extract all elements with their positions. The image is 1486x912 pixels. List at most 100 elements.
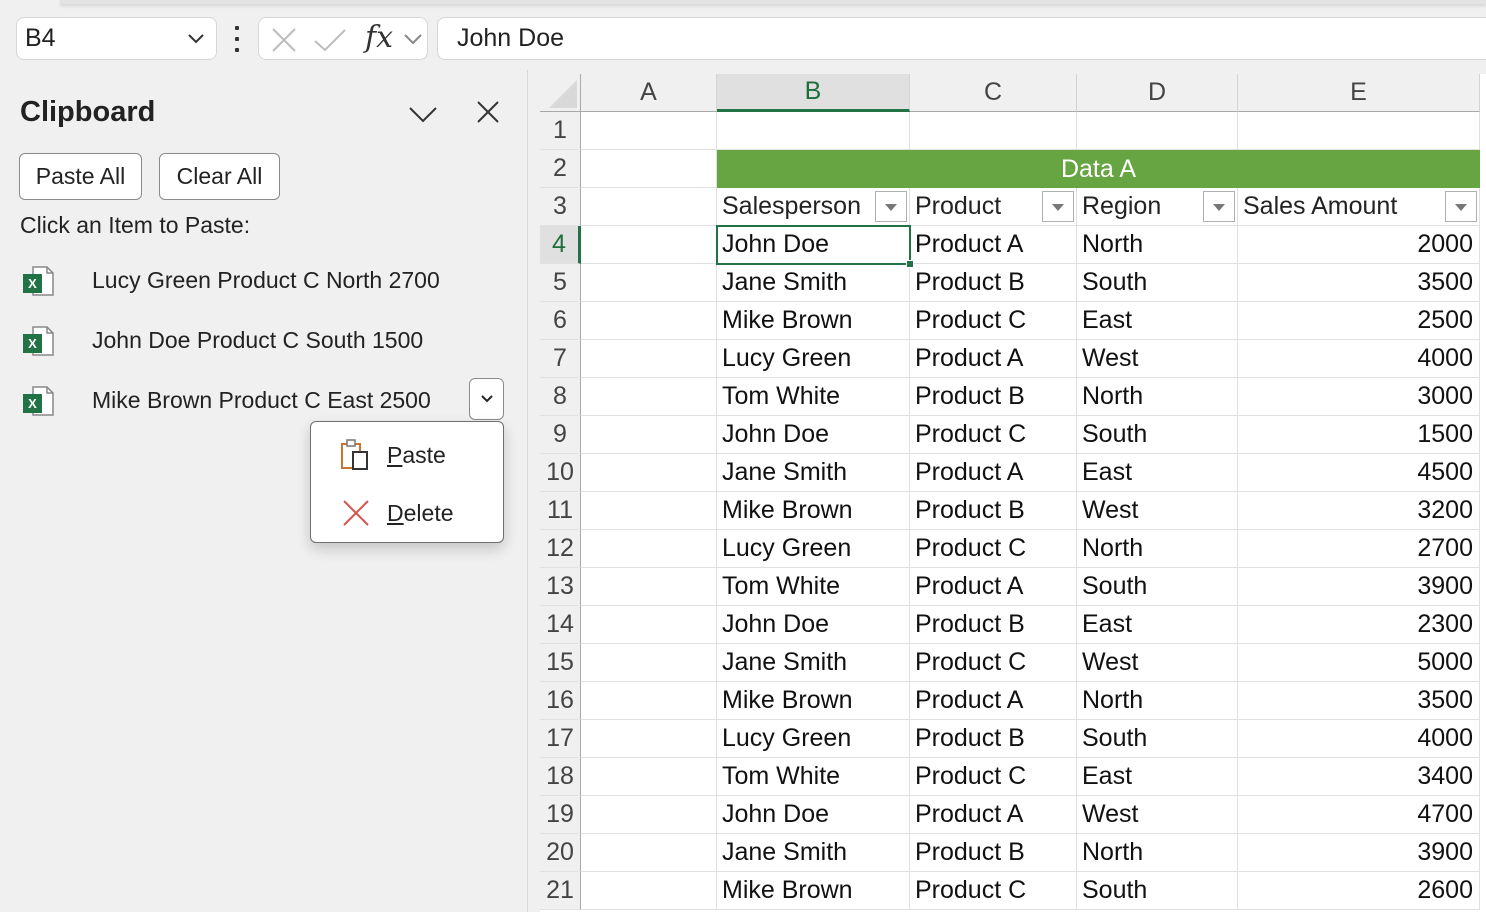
table-cell[interactable]: 3500 bbox=[1238, 682, 1480, 720]
table-cell[interactable]: East bbox=[1077, 758, 1238, 796]
table-cell[interactable]: Lucy Green bbox=[717, 340, 910, 378]
table-cell[interactable]: 2700 bbox=[1238, 530, 1480, 568]
column-header-e[interactable]: E bbox=[1238, 74, 1480, 112]
table-cell[interactable]: 4500 bbox=[1238, 454, 1480, 492]
table-cell[interactable]: North bbox=[1077, 530, 1238, 568]
row-header-19[interactable]: 19 bbox=[540, 796, 581, 834]
table-cell[interactable]: Product B bbox=[910, 834, 1077, 872]
row-header-13[interactable]: 13 bbox=[540, 568, 581, 606]
row-header-12[interactable]: 12 bbox=[540, 530, 581, 568]
cell-a3[interactable] bbox=[581, 188, 717, 226]
cancel-icon[interactable] bbox=[271, 27, 297, 53]
column-header-b[interactable]: B bbox=[717, 74, 910, 112]
table-cell[interactable]: West bbox=[1077, 340, 1238, 378]
table-cell[interactable]: Product C bbox=[910, 872, 1077, 910]
filter-dropdown-icon[interactable] bbox=[1203, 191, 1235, 222]
table-cell[interactable]: 4000 bbox=[1238, 720, 1480, 758]
more-options-icon[interactable] bbox=[233, 26, 241, 52]
cell-a1[interactable] bbox=[581, 112, 717, 150]
cell-a18[interactable] bbox=[581, 758, 717, 796]
chevron-down-icon[interactable] bbox=[186, 28, 206, 48]
table-cell[interactable]: Product A bbox=[910, 568, 1077, 606]
table-cell[interactable]: Lucy Green bbox=[717, 720, 910, 758]
cell-a4[interactable] bbox=[581, 226, 717, 264]
select-all-button[interactable] bbox=[540, 74, 581, 112]
clear-all-button[interactable]: Clear All bbox=[159, 153, 280, 200]
table-cell[interactable]: East bbox=[1077, 454, 1238, 492]
table-cell[interactable]: 2600 bbox=[1238, 872, 1480, 910]
table-cell[interactable]: Lucy Green bbox=[717, 530, 910, 568]
column-header-d[interactable]: D bbox=[1077, 74, 1238, 112]
table-cell[interactable]: Product A bbox=[910, 340, 1077, 378]
cell-a15[interactable] bbox=[581, 644, 717, 682]
cell-a2[interactable] bbox=[581, 150, 717, 188]
row-header-6[interactable]: 6 bbox=[540, 302, 581, 340]
cell-e1[interactable] bbox=[1238, 112, 1480, 150]
table-cell[interactable]: Product A bbox=[910, 796, 1077, 834]
table-cell[interactable]: Product A bbox=[910, 226, 1077, 264]
table-cell[interactable]: Product B bbox=[910, 606, 1077, 644]
table-title-banner[interactable]: Data A bbox=[717, 150, 1480, 188]
row-header-16[interactable]: 16 bbox=[540, 682, 581, 720]
table-cell[interactable]: Jane Smith bbox=[717, 454, 910, 492]
table-cell[interactable]: 3900 bbox=[1238, 834, 1480, 872]
table-cell[interactable]: West bbox=[1077, 492, 1238, 530]
menu-item-paste[interactable]: Paste bbox=[311, 426, 503, 482]
clipboard-item[interactable]: X John Doe Product C South 1500 bbox=[0, 315, 510, 365]
table-cell[interactable]: Mike Brown bbox=[717, 682, 910, 720]
table-header-salesperson[interactable]: Salesperson bbox=[717, 188, 910, 226]
enter-check-icon[interactable] bbox=[313, 27, 347, 53]
filter-dropdown-icon[interactable] bbox=[1445, 191, 1477, 222]
table-cell[interactable]: South bbox=[1077, 568, 1238, 606]
cell-c1[interactable] bbox=[910, 112, 1077, 150]
table-cell[interactable]: North bbox=[1077, 682, 1238, 720]
table-cell[interactable]: East bbox=[1077, 606, 1238, 644]
cell-a16[interactable] bbox=[581, 682, 717, 720]
clipboard-item[interactable]: X Mike Brown Product C East 2500 bbox=[0, 375, 510, 425]
clipboard-item[interactable]: X Lucy Green Product C North 2700 bbox=[0, 255, 510, 305]
table-header-product[interactable]: Product bbox=[910, 188, 1077, 226]
table-cell[interactable]: John Doe bbox=[717, 606, 910, 644]
table-cell[interactable]: 2000 bbox=[1238, 226, 1480, 264]
chevron-down-icon[interactable] bbox=[403, 30, 423, 48]
table-cell[interactable]: Jane Smith bbox=[717, 644, 910, 682]
table-cell[interactable]: Product B bbox=[910, 264, 1077, 302]
chevron-down-icon[interactable] bbox=[407, 100, 439, 128]
table-cell[interactable]: 3000 bbox=[1238, 378, 1480, 416]
cell-d1[interactable] bbox=[1077, 112, 1238, 150]
row-header-8[interactable]: 8 bbox=[540, 378, 581, 416]
row-header-4[interactable]: 4 bbox=[540, 226, 581, 264]
column-header-a[interactable]: A bbox=[581, 74, 717, 112]
row-header-14[interactable]: 14 bbox=[540, 606, 581, 644]
table-cell[interactable]: 3400 bbox=[1238, 758, 1480, 796]
table-cell[interactable]: 1500 bbox=[1238, 416, 1480, 454]
row-header-18[interactable]: 18 bbox=[540, 758, 581, 796]
worksheet-grid[interactable]: A B C D E 1 2 3 4 5 6 7 8 9 10 11 12 13 14 15 16 17 18 19 20 21 Da… bbox=[540, 74, 1486, 912]
row-header-21[interactable]: 21 bbox=[540, 872, 581, 910]
cell-a14[interactable] bbox=[581, 606, 717, 644]
table-cell[interactable]: 4000 bbox=[1238, 340, 1480, 378]
table-cell[interactable]: Mike Brown bbox=[717, 872, 910, 910]
table-cell[interactable]: Product B bbox=[910, 378, 1077, 416]
row-header-1[interactable]: 1 bbox=[540, 112, 581, 150]
row-header-11[interactable]: 11 bbox=[540, 492, 581, 530]
cell-a11[interactable] bbox=[581, 492, 717, 530]
table-cell[interactable]: 2300 bbox=[1238, 606, 1480, 644]
table-cell[interactable]: Product C bbox=[910, 758, 1077, 796]
table-cell[interactable]: John Doe bbox=[717, 416, 910, 454]
table-cell[interactable]: Jane Smith bbox=[717, 264, 910, 302]
row-header-7[interactable]: 7 bbox=[540, 340, 581, 378]
cell-a5[interactable] bbox=[581, 264, 717, 302]
table-cell[interactable]: North bbox=[1077, 378, 1238, 416]
table-cell[interactable]: Tom White bbox=[717, 378, 910, 416]
table-cell[interactable]: Product C bbox=[910, 530, 1077, 568]
table-cell[interactable]: Mike Brown bbox=[717, 302, 910, 340]
table-cell[interactable]: 3500 bbox=[1238, 264, 1480, 302]
row-header-3[interactable]: 3 bbox=[540, 188, 581, 226]
name-box[interactable]: B4 bbox=[16, 17, 217, 60]
table-cell[interactable]: John Doe bbox=[717, 226, 910, 264]
cell-b1[interactable] bbox=[717, 112, 910, 150]
row-header-2[interactable]: 2 bbox=[540, 150, 581, 188]
cell-a7[interactable] bbox=[581, 340, 717, 378]
table-header-region[interactable]: Region bbox=[1077, 188, 1238, 226]
